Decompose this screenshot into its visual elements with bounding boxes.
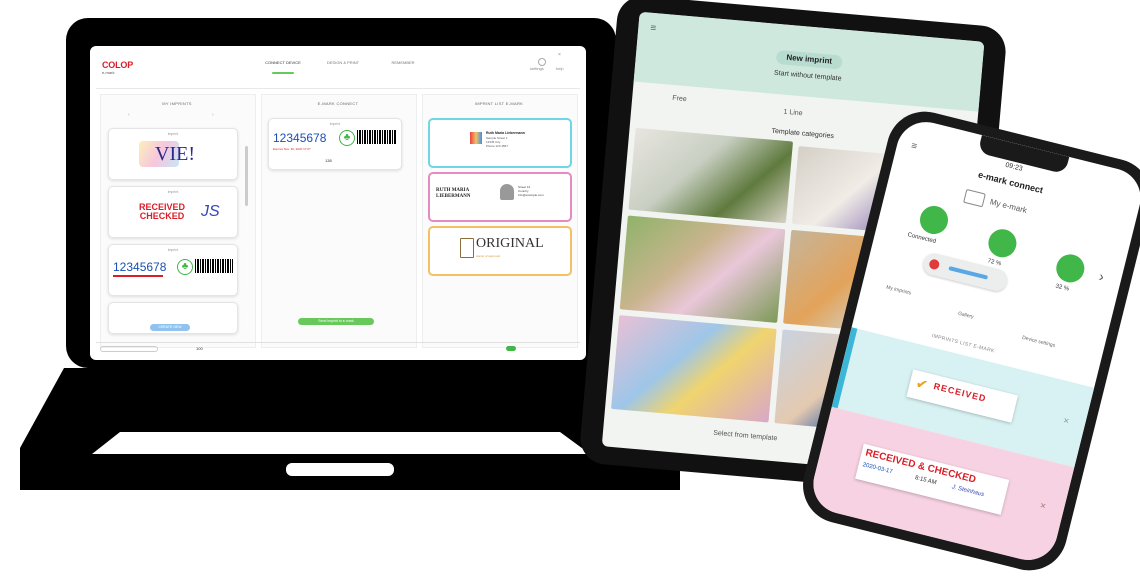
address-line: info@example.com	[518, 193, 544, 197]
menu-gallery[interactable]: Gallery	[957, 311, 974, 321]
scrollbar[interactable]	[245, 146, 248, 206]
option-free[interactable]: Free	[672, 95, 687, 103]
received-text: RECEIVED	[932, 381, 988, 404]
original-stamp-sub: stamp of approval	[476, 254, 500, 258]
device-icon	[963, 188, 986, 208]
address-name: RUTH MARIA LIEBERMANN	[436, 188, 471, 199]
menu-device-settings[interactable]: Device settings	[1021, 335, 1055, 349]
menu-icon[interactable]: ≡	[650, 23, 657, 34]
barcode-image	[195, 259, 233, 273]
app-title: e-mark connect	[977, 169, 1045, 196]
arrow-left-icon[interactable]: ‹	[128, 112, 130, 118]
menu-icon[interactable]: ≡	[910, 140, 918, 152]
header-divider	[96, 88, 580, 89]
portrait-image	[500, 184, 514, 200]
date-line	[113, 275, 163, 277]
checked-text: CHECKED	[139, 211, 185, 221]
emark-connect-title: E-MARK CONNECT	[317, 101, 359, 106]
tab-remember[interactable]: REMEMBER	[373, 60, 433, 65]
ink-level: 32 %	[1054, 283, 1070, 293]
stamp-signature: J. Steinhaus	[951, 484, 985, 499]
menu-my-imprints[interactable]: My imprints	[886, 285, 912, 297]
imprint-list-card[interactable]: ORIGINAL stamp of approval	[428, 226, 572, 276]
imprint-list-card[interactable]: Ruth Maria Liebermann Sample Street 1 12…	[428, 118, 572, 168]
arrow-right-icon[interactable]: ›	[212, 112, 214, 118]
send-to-emark-button[interactable]: Send imprint to e-mark	[298, 318, 374, 325]
checkmark-icon: ✔	[914, 374, 930, 394]
status-value: 100	[196, 346, 203, 351]
connected-icon[interactable]	[917, 203, 951, 237]
tab-connect-device[interactable]: CONNECT DEVICE	[253, 60, 313, 65]
progress-field	[100, 346, 158, 352]
expiry-date: Expires Nov. 30, 2020 17:07	[273, 147, 311, 151]
stop-icon[interactable]	[928, 258, 941, 271]
imprint-text: VIE!	[155, 143, 195, 165]
imprint-list-title: IMPRINT LIST E-MARK	[474, 101, 524, 106]
laptop-screen: COLOP e-mark CONNECT DEVICE DESIGN & PRI…	[90, 46, 586, 360]
imprint-card[interactable]: imprint RECEIVED CHECKED JS	[108, 186, 238, 238]
document-icon	[460, 238, 474, 258]
close-icon[interactable]: ×	[558, 52, 561, 58]
address-name: Ruth Maria Liebermann	[486, 131, 525, 135]
battery-icon	[985, 226, 1020, 261]
select-template-button[interactable]: Select from template	[713, 430, 778, 443]
laptop-trackpad	[286, 463, 394, 476]
user-icon[interactable]	[538, 58, 546, 66]
laptop-keyboard-area	[92, 432, 590, 454]
tree-icon: ♣	[177, 259, 193, 275]
tab-design-print[interactable]: DESIGN & PRINT	[313, 60, 373, 65]
phone-notch	[977, 135, 1070, 175]
create-new-button[interactable]: CREATE NEW	[150, 324, 190, 331]
imprint-card[interactable]: imprint 12345678 ♣	[108, 244, 238, 296]
card-label: imprint	[167, 248, 179, 252]
card-label: imprint	[329, 122, 341, 126]
my-imprints-title: MY IMPRINTS	[162, 101, 192, 106]
barcode-number: 12345678	[273, 131, 327, 145]
active-tab-indicator	[272, 72, 294, 74]
device-name[interactable]: My e-mark	[989, 197, 1028, 215]
barcode-image	[357, 130, 397, 144]
tree-icon: ♣	[339, 130, 355, 146]
received-stamp: RECEIVED CHECKED	[139, 203, 185, 221]
close-icon[interactable]: ×	[1039, 500, 1047, 512]
card-label: imprint	[167, 132, 179, 136]
progress-bar	[948, 266, 989, 280]
progress-pill	[920, 251, 1010, 294]
app-logo-sub: e-mark	[102, 70, 115, 75]
template-photo-crafts[interactable]	[611, 315, 777, 423]
received-stamp-preview: ✔ RECEIVED	[906, 369, 1019, 423]
original-stamp-text: ORIGINAL	[476, 236, 544, 251]
address-line: Phone 123 4567	[486, 144, 509, 148]
card-label: imprint	[167, 190, 179, 194]
print-count: 138	[325, 158, 332, 163]
signature: JS	[201, 203, 220, 220]
imprint-card[interactable]: imprint VIE!	[108, 128, 238, 180]
toggle-switch[interactable]	[506, 346, 516, 351]
status-bar-divider	[96, 342, 580, 343]
barcode-number: 12345678	[113, 260, 167, 274]
received-checked-stamp-preview: RECEIVED & CHECKED 2020-03-17 8:15 AM J.…	[855, 443, 1010, 515]
settings-link[interactable]: settings	[530, 66, 544, 71]
template-photo-office[interactable]	[628, 127, 794, 224]
stamp-time: 8:15 AM	[914, 475, 938, 487]
logo-image	[470, 132, 482, 144]
app-logo: COLOP	[102, 60, 134, 70]
option-one-line[interactable]: 1 Line	[783, 109, 803, 118]
imprint-list-card[interactable]: RUTH MARIA LIEBERMANN Street 12 Country …	[428, 172, 572, 222]
ink-icon	[1053, 251, 1088, 286]
close-icon[interactable]: ×	[1062, 415, 1070, 427]
template-photo-garden[interactable]	[619, 215, 786, 323]
chevron-right-icon[interactable]: ›	[1098, 268, 1106, 285]
help-link[interactable]: help	[556, 66, 564, 71]
emark-imprint-card[interactable]: imprint 12345678 ♣ Expires Nov. 30, 2020…	[268, 118, 402, 170]
